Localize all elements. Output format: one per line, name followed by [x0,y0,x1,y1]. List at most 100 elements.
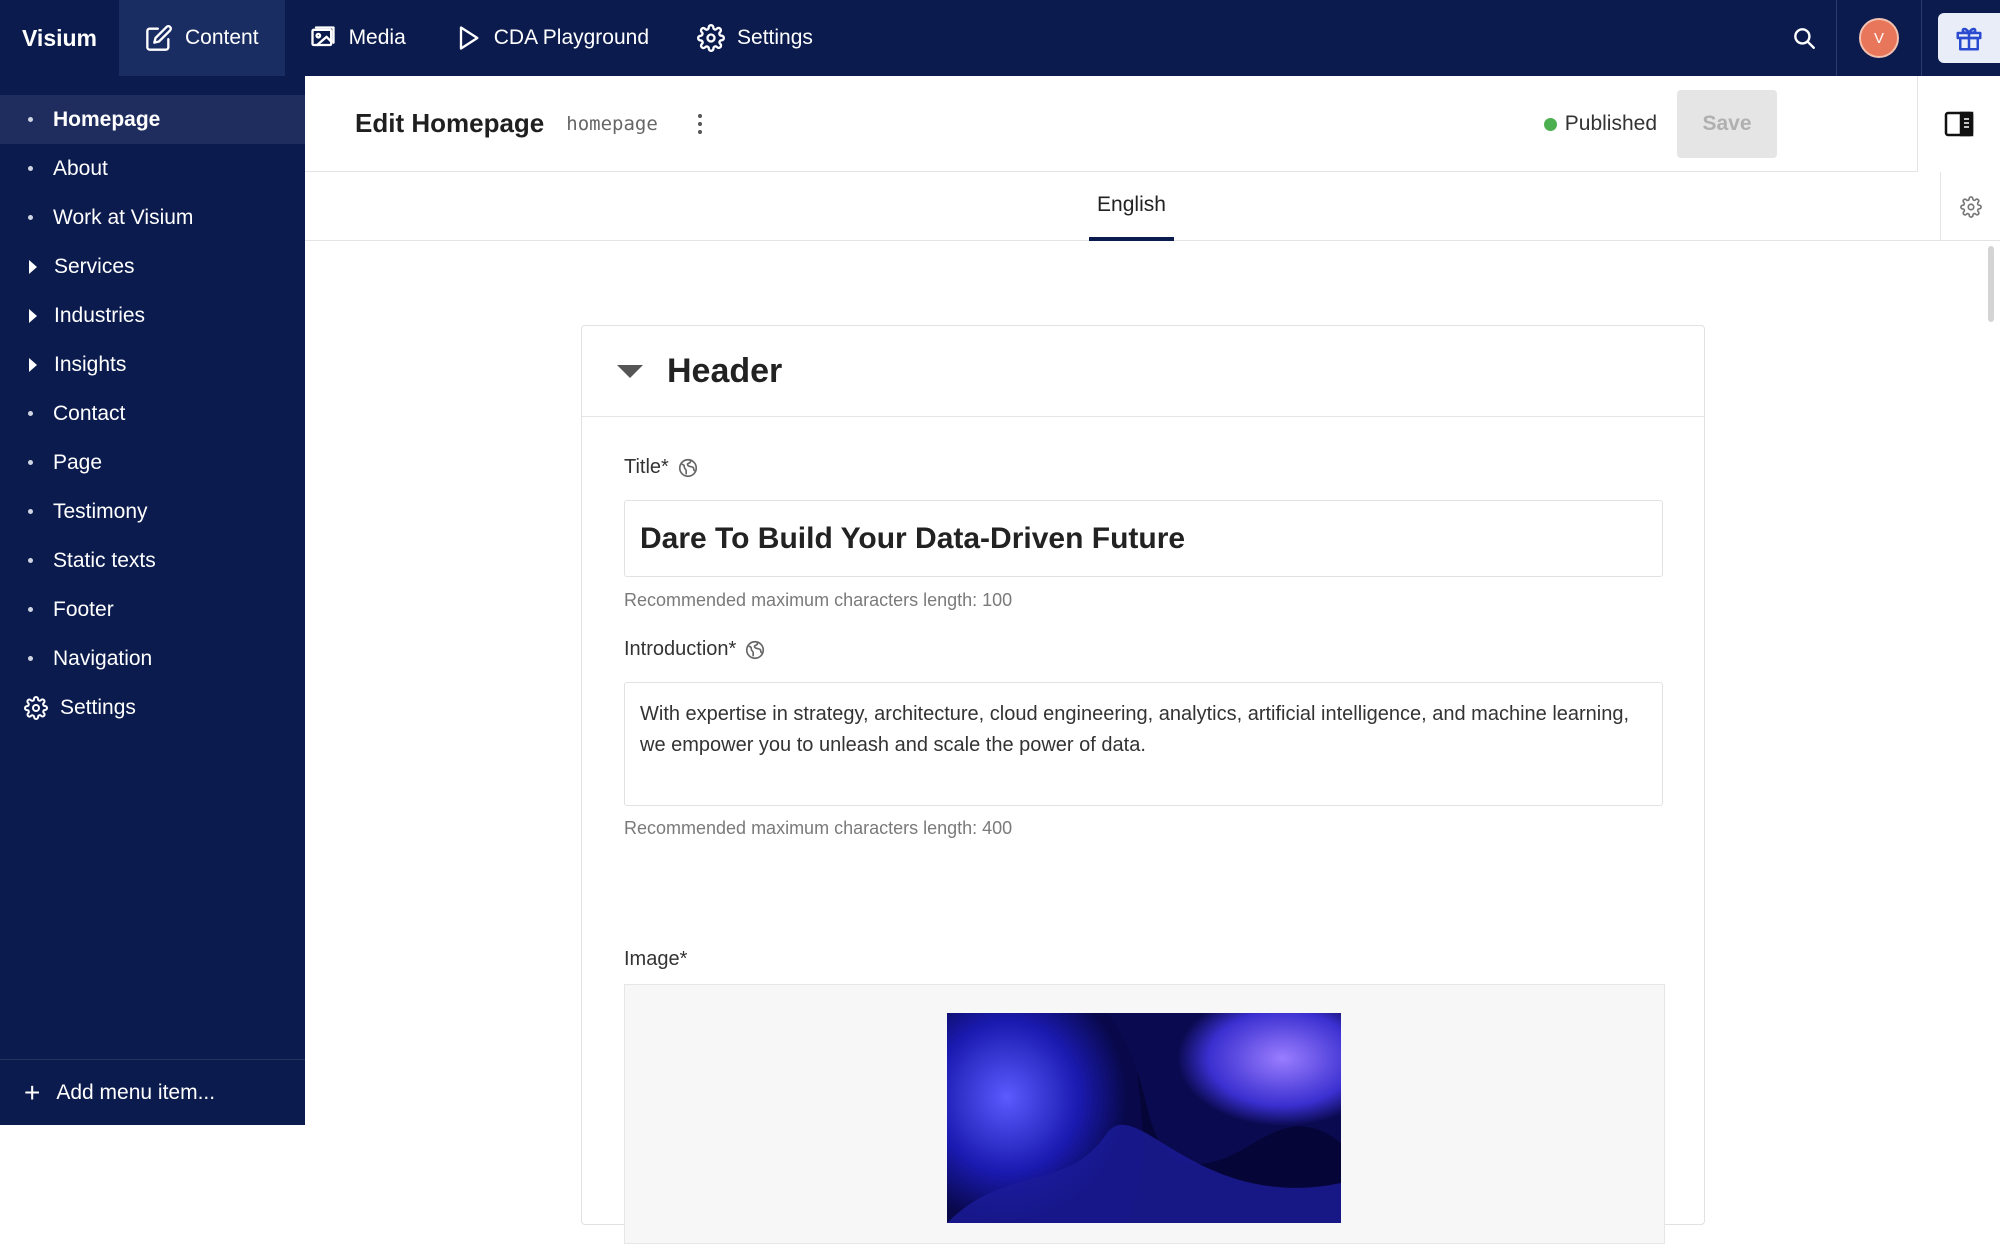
more-options-icon[interactable] [688,109,712,139]
sidebar-item-navigation[interactable]: Navigation [0,634,305,683]
bullet-icon [28,411,33,416]
image-icon [310,26,335,47]
globe-icon [678,458,697,477]
bullet-icon [28,215,33,220]
nav-media-label: Media [348,26,406,49]
status-dot-icon [1543,117,1557,131]
sidebar-item-work-at-visium[interactable]: Work at Visium [0,193,305,242]
caret-right-icon[interactable] [29,308,37,323]
gear-icon [1959,195,1982,218]
sidebar-item-label: Insights [54,352,127,376]
header-section-card: Header Title* Dare To Build Your Data-Dr… [581,325,1705,1244]
status-area: Published Save [1543,76,1777,172]
nav-media[interactable]: Media [285,0,430,76]
sidebar-item-label: Footer [53,597,114,621]
play-icon [459,26,479,50]
search-button[interactable] [1772,0,1836,76]
sidebar-item-industries[interactable]: Industries [0,291,305,340]
sidebar-item-homepage[interactable]: Homepage [0,95,305,144]
introduction-label-text: Introduction* [624,638,737,660]
sidebar-item-label: Industries [54,303,146,327]
page-title: Edit Homepage [355,108,545,138]
nav-settings[interactable]: Settings [673,0,837,76]
bullet-icon [28,117,33,122]
gift-icon [1956,27,1982,51]
abstract-image [947,1013,1341,1223]
content-sidebar: Homepage About Work at Visium Services I… [0,76,305,1125]
caret-right-icon[interactable] [29,357,37,372]
edit-icon [146,25,172,51]
title-field-label: Title* [624,456,699,479]
sidebar-item-services[interactable]: Services [0,242,305,291]
sidebar-item-static-texts[interactable]: Static texts [0,536,305,585]
tab-english[interactable]: English [1089,172,1174,241]
bullet-icon [28,607,33,612]
avatar: V [1859,18,1899,58]
nav-content-label: Content [185,26,259,49]
top-navigation-bar: Visium Content Media CDA Playground Sett… [0,0,2000,76]
bullet-icon [28,166,33,171]
status-badge: Published [1564,112,1657,135]
top-right-actions: V [1772,0,2000,76]
title-label-text: Title* [624,456,669,478]
image-field-label: Image* [624,948,687,971]
bullet-icon [28,460,33,465]
save-button[interactable]: Save [1677,90,1777,158]
sidebar-item-about[interactable]: About [0,144,305,193]
sidebar-item-label: Navigation [53,646,153,670]
bullet-icon [28,509,33,514]
sidebar-item-label: Testimony [53,499,148,523]
entry-slug: homepage [566,112,658,135]
nav-content[interactable]: Content [119,0,285,76]
side-panel-toggle[interactable] [1917,76,2000,172]
editor-main: Edit Homepage homepage Published Save En… [305,76,2000,1244]
divider [1921,0,1922,76]
sidebar-item-settings[interactable]: Settings [0,683,305,732]
image-field[interactable] [624,984,1665,1244]
locale-tabs: English [305,172,2000,241]
sidebar-item-page[interactable]: Page [0,438,305,487]
add-menu-item-button[interactable]: + Add menu item... [0,1059,305,1125]
introduction-hint: Recommended maximum characters length: 4… [624,818,1013,838]
sidebar-item-label: Services [54,254,135,278]
nav-cda-playground[interactable]: CDA Playground [430,0,673,76]
bullet-icon [28,558,33,563]
sidebar-item-label: Page [53,450,103,474]
editor-header: Edit Homepage homepage Published Save [305,76,1917,172]
panel-right-icon [1944,111,1974,137]
scrollbar-thumb[interactable] [1988,246,1994,322]
sidebar-item-label: Homepage [53,107,161,131]
sidebar-item-testimony[interactable]: Testimony [0,487,305,536]
sidebar-item-contact[interactable]: Contact [0,389,305,438]
nav-settings-label: Settings [737,26,813,49]
brand-logo[interactable]: Visium [0,0,119,76]
gear-icon [697,24,725,52]
introduction-field[interactable]: With expertise in strategy, architecture… [624,682,1663,806]
gear-icon [24,695,48,720]
sidebar-item-label: Static texts [53,548,156,572]
sidebar-item-label: Work at Visium [53,205,194,229]
image-thumbnail[interactable] [947,1013,1341,1223]
title-hint: Recommended maximum characters length: 1… [624,590,1013,610]
avatar-button[interactable]: V [1837,0,1921,76]
sidebar-item-label: Contact [53,401,126,425]
image-label-text: Image* [624,948,688,970]
caret-right-icon[interactable] [29,259,37,274]
locale-settings-button[interactable] [1940,172,2000,241]
sidebar-item-label: Settings [60,695,136,719]
search-icon [1794,28,1815,49]
sidebar-item-insights[interactable]: Insights [0,340,305,389]
whats-new-button[interactable] [1938,13,2000,63]
sidebar-item-footer[interactable]: Footer [0,585,305,634]
section-header[interactable]: Header [582,326,1704,417]
section-title: Header [667,351,783,390]
caret-down-icon[interactable] [617,364,643,378]
globe-icon [746,640,765,659]
plus-icon: + [24,1076,41,1108]
add-menu-item-label: Add menu item... [56,1080,216,1104]
sidebar-item-label: About [53,156,108,180]
nav-cda-playground-label: CDA Playground [493,26,650,49]
introduction-field-label: Introduction* [624,638,766,661]
title-field[interactable]: Dare To Build Your Data-Driven Future [624,500,1663,577]
bullet-icon [28,656,33,661]
